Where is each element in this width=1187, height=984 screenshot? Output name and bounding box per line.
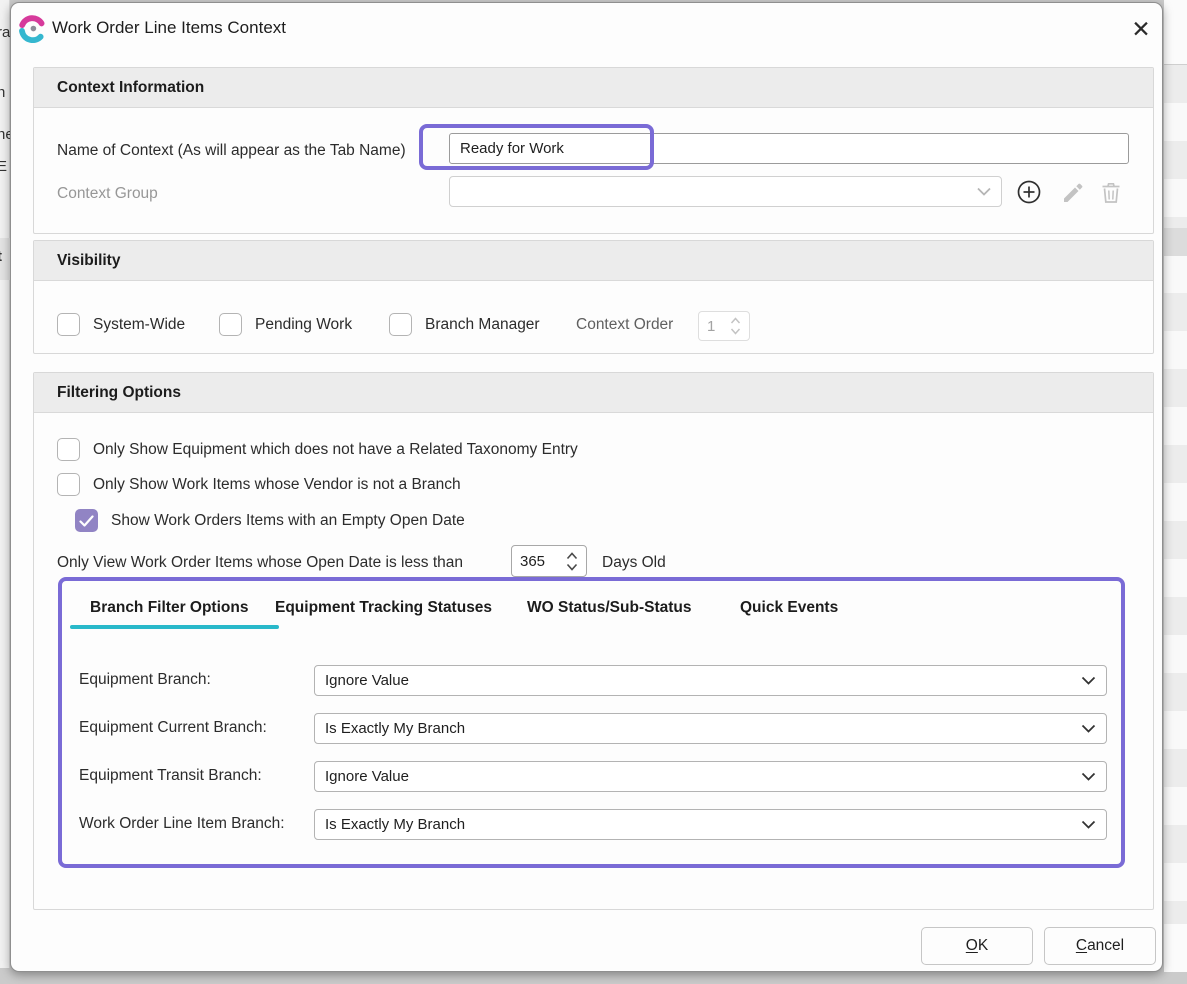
days-old-prefix-label: Only View Work Order Items whose Open Da… (57, 554, 463, 572)
work-order-line-item-branch-value: Is Exactly My Branch (325, 816, 1073, 833)
tab-quick-events[interactable]: Quick Events (740, 599, 838, 617)
chevron-down-icon (977, 187, 991, 196)
equipment-branch-label: Equipment Branch: (79, 671, 211, 689)
check-icon (79, 515, 94, 527)
title-bar: Work Order Line Items Context ✕ (11, 3, 1162, 57)
visibility-header: Visibility (34, 241, 1153, 281)
tab-equipment-tracking-statuses[interactable]: Equipment Tracking Statuses (275, 599, 492, 617)
no-taxonomy-entry-label: Only Show Equipment which does not have … (93, 441, 578, 459)
context-order-value: 1 (707, 318, 730, 335)
ok-button-accel: O (966, 937, 978, 954)
background-table-selected-row (1164, 228, 1187, 256)
pencil-icon (1061, 181, 1085, 205)
cancel-button[interactable]: Cancel (1044, 927, 1156, 965)
days-old-value: 365 (520, 553, 566, 570)
system-wide-label: System-Wide (93, 316, 185, 334)
background-text-fragment: E (0, 158, 7, 175)
work-order-line-item-branch-label: Work Order Line Item Branch: (79, 815, 285, 833)
equipment-current-branch-label: Equipment Current Branch: (79, 719, 267, 737)
context-order-label: Context Order (576, 316, 673, 334)
context-information-section: Context Information Name of Context (As … (33, 67, 1154, 234)
background-window-right-edge (1164, 0, 1187, 972)
equipment-current-branch-value: Is Exactly My Branch (325, 720, 1073, 737)
background-text-fragment: t (0, 248, 2, 265)
chevron-down-icon (1081, 676, 1096, 685)
equipment-transit-branch-dropdown[interactable]: Ignore Value (314, 761, 1107, 792)
empty-open-date-label: Show Work Orders Items with an Empty Ope… (111, 512, 465, 530)
name-of-context-label: Name of Context (As will appear as the T… (57, 142, 406, 160)
filtering-options-section: Filtering Options Only Show Equipment wh… (33, 372, 1154, 910)
context-name-input[interactable] (449, 133, 1129, 164)
context-group-label: Context Group (57, 185, 158, 203)
background-window-left-edge: ra n ne E t (0, 0, 10, 968)
context-order-stepper[interactable]: 1 (698, 311, 750, 341)
vendor-not-branch-checkbox[interactable] (57, 473, 80, 496)
active-tab-indicator (70, 625, 279, 629)
empty-open-date-checkbox[interactable] (75, 509, 98, 532)
no-taxonomy-entry-checkbox[interactable] (57, 438, 80, 461)
equipment-current-branch-dropdown[interactable]: Is Exactly My Branch (314, 713, 1107, 744)
tab-branch-filter-options[interactable]: Branch Filter Options (90, 599, 248, 617)
dialog-title: Work Order Line Items Context (52, 18, 286, 38)
add-context-group-button[interactable] (1015, 178, 1043, 206)
equipment-transit-branch-label: Equipment Transit Branch: (79, 767, 262, 785)
pending-work-label: Pending Work (255, 316, 352, 334)
ok-button-rest: K (978, 937, 988, 954)
visibility-section: Visibility System-Wide Pending Work Bran… (33, 240, 1154, 354)
background-text-fragment: n (0, 84, 5, 101)
spinner-up-down-icon (730, 317, 741, 335)
spinner-up-down-icon (566, 552, 578, 571)
chevron-down-icon (1081, 724, 1096, 733)
chevron-down-icon (1081, 820, 1096, 829)
days-old-stepper[interactable]: 365 (511, 545, 587, 577)
ok-button[interactable]: OK (921, 927, 1033, 965)
pending-work-checkbox[interactable] (219, 313, 242, 336)
plus-circle-icon (1016, 179, 1042, 205)
filtering-options-header: Filtering Options (34, 373, 1153, 413)
background-text-fragment: ra (0, 24, 10, 41)
close-icon[interactable]: ✕ (1121, 11, 1161, 47)
days-old-suffix-label: Days Old (602, 554, 666, 572)
equipment-branch-value: Ignore Value (325, 672, 1073, 689)
work-order-line-item-branch-dropdown[interactable]: Is Exactly My Branch (314, 809, 1107, 840)
delete-context-group-button[interactable] (1097, 179, 1125, 207)
equipment-branch-dropdown[interactable]: Ignore Value (314, 665, 1107, 696)
context-information-header: Context Information (34, 68, 1153, 108)
equipment-transit-branch-value: Ignore Value (325, 768, 1073, 785)
work-order-context-dialog: Work Order Line Items Context ✕ Context … (10, 2, 1163, 972)
branch-manager-label: Branch Manager (425, 316, 540, 334)
branch-manager-checkbox[interactable] (389, 313, 412, 336)
chevron-down-icon (1081, 772, 1096, 781)
vendor-not-branch-label: Only Show Work Items whose Vendor is not… (93, 476, 461, 494)
system-wide-checkbox[interactable] (57, 313, 80, 336)
context-group-dropdown[interactable] (449, 176, 1002, 207)
cancel-button-rest: ancel (1087, 937, 1124, 954)
app-logo-icon (18, 15, 46, 43)
background-table-rows (1164, 64, 1187, 924)
trash-icon (1099, 181, 1123, 205)
edit-context-group-button[interactable] (1059, 179, 1087, 207)
tab-wo-status-sub-status[interactable]: WO Status/Sub-Status (527, 599, 691, 617)
cancel-button-accel: C (1076, 937, 1087, 954)
